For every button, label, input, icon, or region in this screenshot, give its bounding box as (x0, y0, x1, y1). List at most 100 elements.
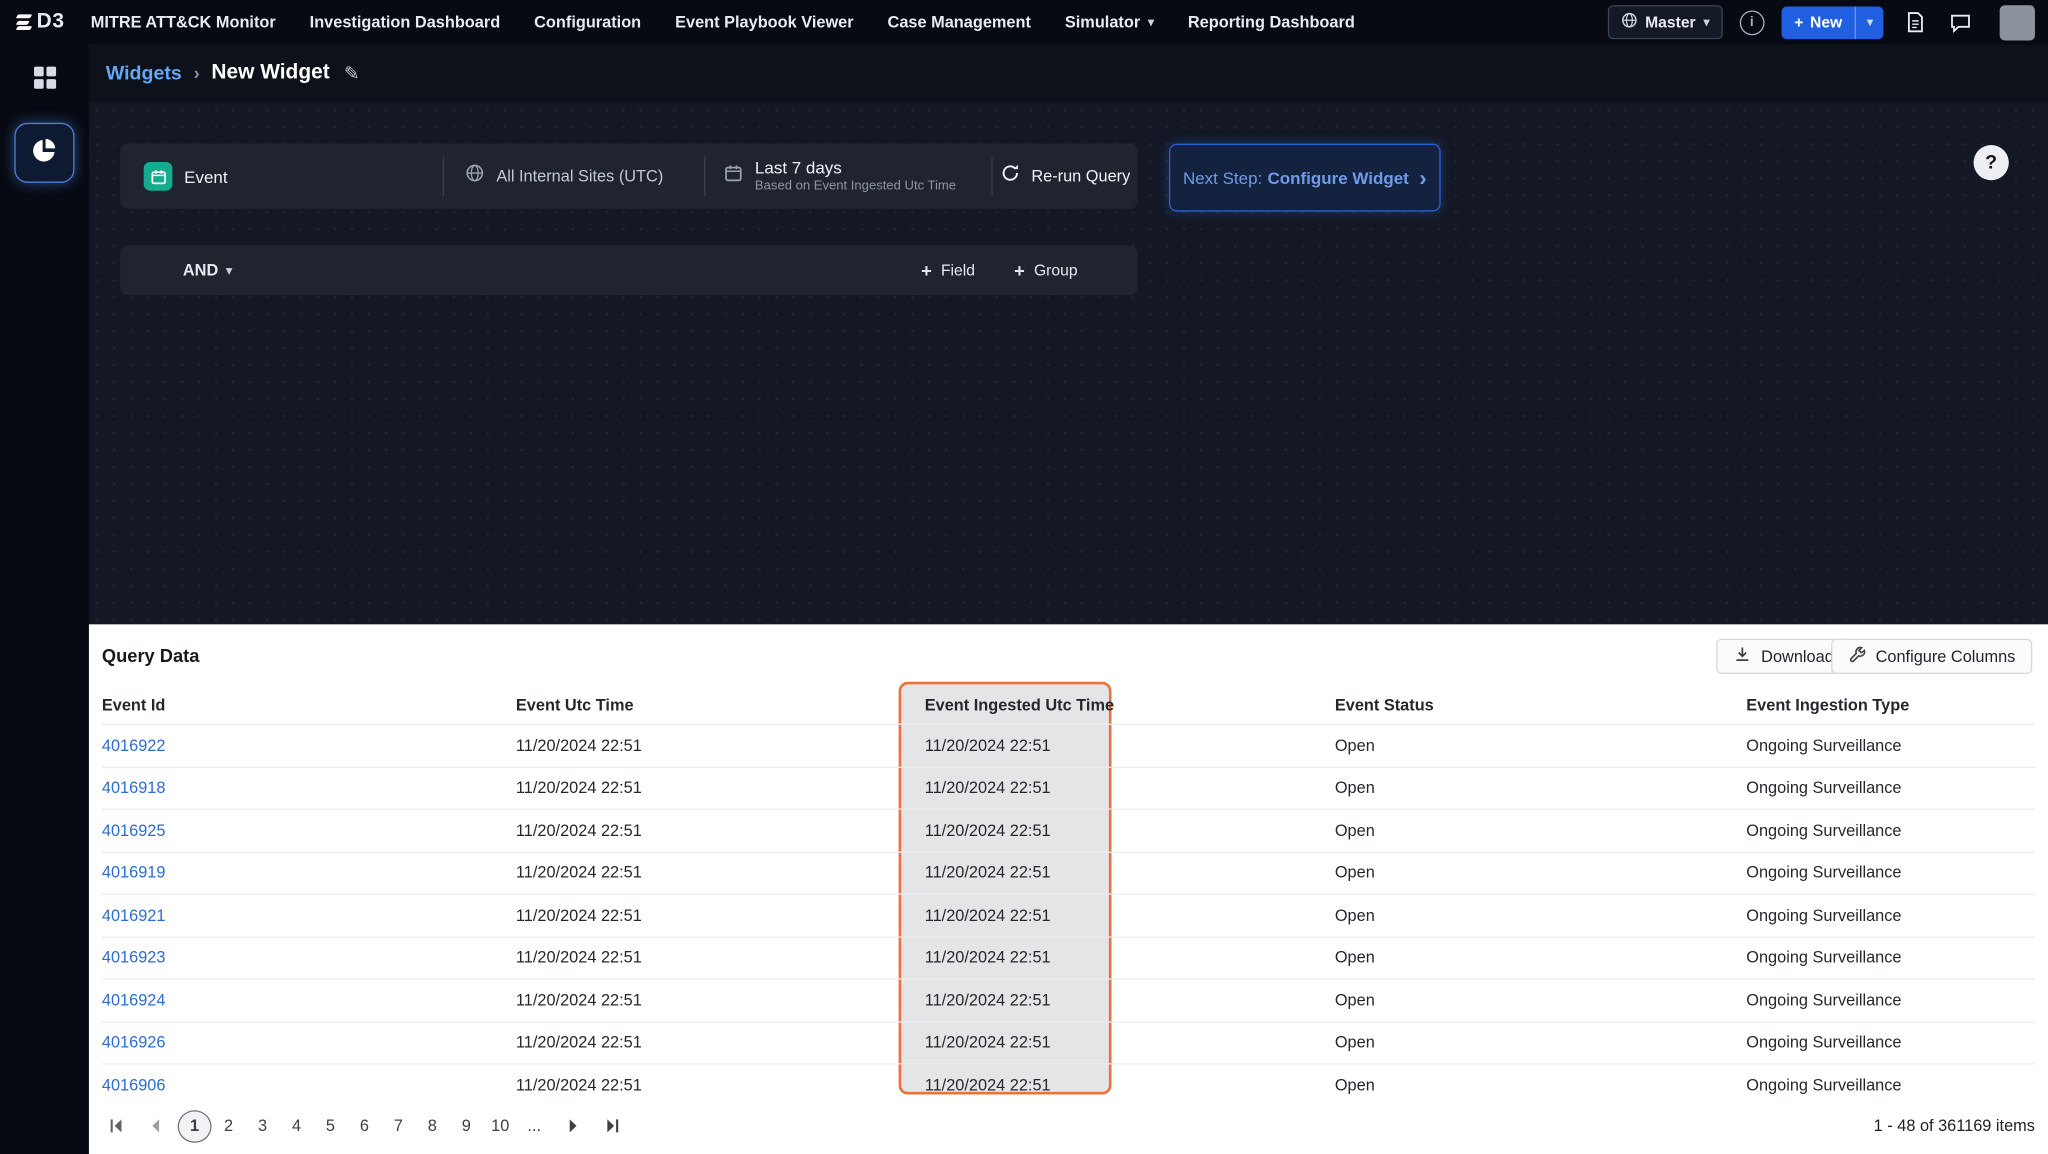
configure-columns-label: Configure Columns (1876, 647, 2016, 665)
next-step-configure-widget-button[interactable]: Next Step: Configure Widget › (1169, 144, 1441, 212)
add-field-button[interactable]: + Field (921, 260, 975, 281)
nav-item-simulator[interactable]: Simulator▾ (1065, 13, 1154, 31)
column-header-event-id[interactable]: Event Id (102, 696, 516, 714)
chevron-right-icon: › (1419, 167, 1426, 189)
wrench-icon (1848, 645, 1866, 667)
help-icon[interactable]: ? (1974, 145, 2009, 180)
event-ingested-utc-time-cell: 11/20/2024 22:51 (925, 906, 1335, 924)
nav-item-mitre-attack-monitor[interactable]: MITRE ATT&CK Monitor (91, 13, 276, 31)
download-label: Download (1761, 647, 1834, 665)
document-icon[interactable] (1900, 8, 1929, 37)
event-id-link[interactable]: 4016924 (102, 991, 516, 1009)
left-sidebar (0, 44, 89, 1154)
d3-logo-icon (17, 15, 31, 30)
page-button[interactable]: 7 (381, 1110, 415, 1143)
page-button[interactable]: 1 (178, 1110, 212, 1143)
query-source-label: Event (184, 167, 227, 187)
time-range-sublabel: Based on Event Ingested Utc Time (755, 179, 956, 195)
page-button[interactable]: 2 (212, 1110, 246, 1143)
previous-page-icon[interactable] (141, 1112, 170, 1141)
column-header-event-utc-time[interactable]: Event Utc Time (516, 696, 925, 714)
event-utc-time-cell: 11/20/2024 22:51 (516, 1033, 925, 1051)
d3-logo[interactable]: D3 (17, 10, 65, 34)
table-row: 4016906 11/20/2024 22:51 11/20/2024 22:5… (102, 1063, 2035, 1105)
event-utc-time-cell: 11/20/2024 22:51 (516, 906, 925, 924)
event-ingestion-type-cell: Ongoing Surveillance (1746, 779, 2035, 797)
chat-icon[interactable] (1946, 8, 1975, 37)
first-page-icon[interactable] (102, 1112, 131, 1141)
column-header-event-ingested-utc-time[interactable]: Event Ingested Utc Time (925, 696, 1335, 714)
logic-operator-dropdown[interactable]: AND ▾ (183, 261, 232, 279)
query-source-selector[interactable]: Event (120, 157, 444, 196)
event-utc-time-cell: 11/20/2024 22:51 (516, 1076, 925, 1094)
dashboard-grid-icon[interactable] (32, 65, 57, 96)
event-id-link[interactable]: 4016918 (102, 779, 516, 797)
page-button[interactable]: 8 (415, 1110, 449, 1143)
event-id-link[interactable]: 4016922 (102, 736, 516, 754)
pagination-summary: 1 - 48 of 361169 items (1874, 1117, 2035, 1135)
event-id-link[interactable]: 4016921 (102, 906, 516, 924)
query-data-table: Event Id Event Utc Time Event Ingested U… (102, 687, 2035, 1106)
nav-item-case-management[interactable]: Case Management (888, 13, 1031, 31)
event-id-link[interactable]: 4016919 (102, 864, 516, 882)
event-ingested-utc-time-cell: 11/20/2024 22:51 (925, 779, 1335, 797)
new-button[interactable]: + New ▾ (1781, 6, 1883, 39)
rerun-query-button[interactable]: Re-run Query (993, 157, 1138, 196)
page-title: New Widget (211, 61, 329, 85)
event-id-link[interactable]: 4016926 (102, 1033, 516, 1051)
info-icon[interactable]: i (1739, 10, 1764, 35)
add-field-label: Field (941, 261, 975, 279)
query-sites-selector[interactable]: All Internal Sites (UTC) (444, 157, 705, 196)
event-status-cell: Open (1335, 821, 1746, 839)
table-row: 4016921 11/20/2024 22:51 11/20/2024 22:5… (102, 893, 2035, 935)
refresh-icon (1000, 163, 1020, 189)
page-button[interactable]: 4 (280, 1110, 314, 1143)
widget-pie-chart-tool[interactable] (14, 123, 74, 183)
add-group-label: Group (1034, 261, 1078, 279)
breadcrumb-separator: › (194, 63, 200, 84)
edit-pencil-icon[interactable]: ✎ (344, 62, 359, 84)
page-button[interactable]: 5 (313, 1110, 347, 1143)
event-utc-time-cell: 11/20/2024 22:51 (516, 949, 925, 967)
rerun-query-label: Re-run Query (1031, 167, 1130, 185)
nav-item-reporting-dashboard[interactable]: Reporting Dashboard (1188, 13, 1355, 31)
user-avatar[interactable] (2000, 5, 2035, 40)
master-label: Master (1645, 13, 1696, 31)
filter-condition-bar: AND ▾ + Field + Group (120, 246, 1137, 296)
last-page-icon[interactable] (598, 1112, 627, 1141)
event-id-link[interactable]: 4016925 (102, 821, 516, 839)
page-button[interactable]: ... (517, 1110, 551, 1143)
nav-item-configuration[interactable]: Configuration (534, 13, 641, 31)
page-button[interactable]: 6 (347, 1110, 381, 1143)
add-group-button[interactable]: + Group (1014, 260, 1077, 281)
time-range-label: Last 7 days (755, 158, 956, 179)
breadcrumb: Widgets › New Widget ✎ (89, 44, 2048, 101)
nav-item-investigation-dashboard[interactable]: Investigation Dashboard (310, 13, 501, 31)
master-dropdown[interactable]: Master ▾ (1607, 5, 1722, 39)
breadcrumb-widgets-link[interactable]: Widgets (106, 62, 182, 84)
nav-item-event-playbook-viewer[interactable]: Event Playbook Viewer (675, 13, 853, 31)
new-button-dropdown[interactable]: ▾ (1855, 6, 1883, 39)
event-id-link[interactable]: 4016906 (102, 1076, 516, 1094)
globe-icon (1620, 12, 1637, 33)
next-step-prefix: Next Step: (1183, 168, 1262, 188)
logic-operator-label: AND (183, 261, 218, 279)
event-utc-time-cell: 11/20/2024 22:51 (516, 864, 925, 882)
configure-columns-button[interactable]: Configure Columns (1831, 639, 2032, 674)
event-ingested-utc-time-cell: 11/20/2024 22:51 (925, 736, 1335, 754)
page-button[interactable]: 10 (483, 1110, 517, 1143)
table-body: 4016922 11/20/2024 22:51 11/20/2024 22:5… (102, 724, 2035, 1106)
plus-icon: + (1794, 13, 1803, 31)
nav-item-label: MITRE ATT&CK Monitor (91, 13, 276, 31)
event-ingestion-type-cell: Ongoing Surveillance (1746, 906, 2035, 924)
plus-icon: + (1014, 260, 1025, 281)
column-header-event-ingestion-type[interactable]: Event Ingestion Type (1746, 696, 2035, 714)
nav-item-label: Event Playbook Viewer (675, 13, 853, 31)
page-button[interactable]: 3 (246, 1110, 280, 1143)
query-time-range-selector[interactable]: Last 7 days Based on Event Ingested Utc … (705, 157, 992, 196)
next-page-icon[interactable] (559, 1112, 588, 1141)
d3-logo-text: D3 (37, 10, 65, 34)
event-id-link[interactable]: 4016923 (102, 949, 516, 967)
column-header-event-status[interactable]: Event Status (1335, 696, 1746, 714)
page-button[interactable]: 9 (449, 1110, 483, 1143)
